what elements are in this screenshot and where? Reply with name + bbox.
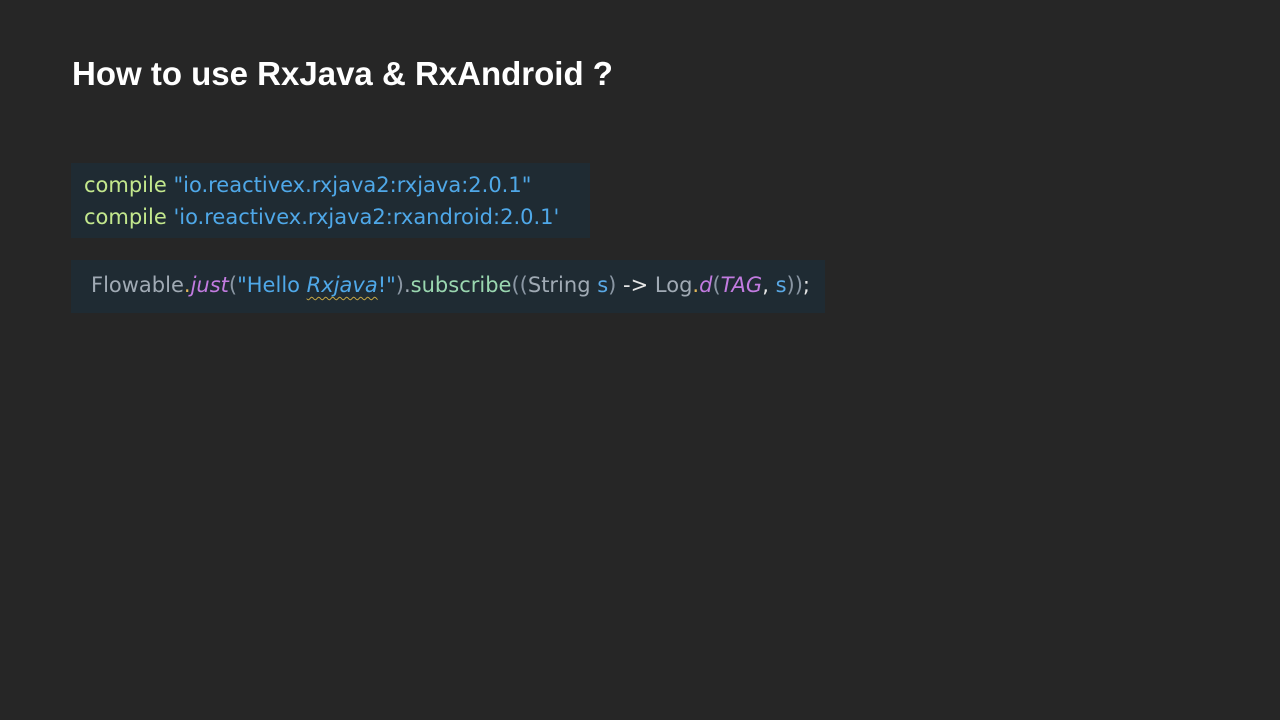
gradle-code-block: compile "io.reactivex.rxjava2:rxjava:2.0…	[71, 163, 590, 238]
code-open-paren: (	[712, 273, 721, 297]
gradle-line-rxjava: compile "io.reactivex.rxjava2:rxjava:2.0…	[84, 169, 590, 201]
code-string-start: "Hello	[237, 273, 307, 297]
gradle-dependency-string: "io.reactivex.rxjava2:rxjava:2.0.1"	[173, 173, 532, 197]
code-close-parens: ))	[786, 273, 803, 297]
code-static-method: just	[190, 273, 229, 297]
code-open-paren: (	[228, 273, 238, 297]
code-dot: .	[183, 273, 191, 297]
code-tag-constant: TAG	[720, 273, 763, 297]
code-class-name: Flowable	[91, 273, 184, 297]
code-semicolon: ;	[802, 273, 810, 297]
java-code-block: Flowable.just("Hello Rxjava!").subscribe…	[71, 260, 825, 313]
code-open-paren: ((	[511, 273, 528, 297]
gradle-keyword: compile	[84, 205, 167, 229]
code-log-class: Log	[654, 273, 693, 297]
code-param-name: s	[597, 273, 609, 297]
code-close-paren: )	[395, 273, 404, 297]
code-arrow: ->	[616, 273, 655, 297]
code-string-end: !"	[377, 273, 396, 297]
java-code-line: Flowable.just("Hello Rxjava!").subscribe…	[91, 269, 825, 301]
gradle-line-rxandroid: compile 'io.reactivex.rxjava2:rxandroid:…	[84, 201, 590, 233]
slide-title: How to use RxJava & RxAndroid ?	[72, 55, 613, 92]
code-param-type: String	[527, 273, 598, 297]
gradle-dependency-string: 'io.reactivex.rxjava2:rxandroid:2.0.1'	[173, 205, 560, 229]
slide: How to use RxJava & RxAndroid ? compile …	[0, 0, 1280, 720]
code-comma: ,	[762, 273, 776, 297]
code-arg: s	[775, 273, 787, 297]
code-method: subscribe	[410, 273, 512, 297]
code-log-method: d	[699, 273, 713, 297]
code-string-typo-word: Rxjava	[306, 273, 378, 297]
code-dot: .	[403, 273, 411, 297]
gradle-keyword: compile	[84, 173, 167, 197]
